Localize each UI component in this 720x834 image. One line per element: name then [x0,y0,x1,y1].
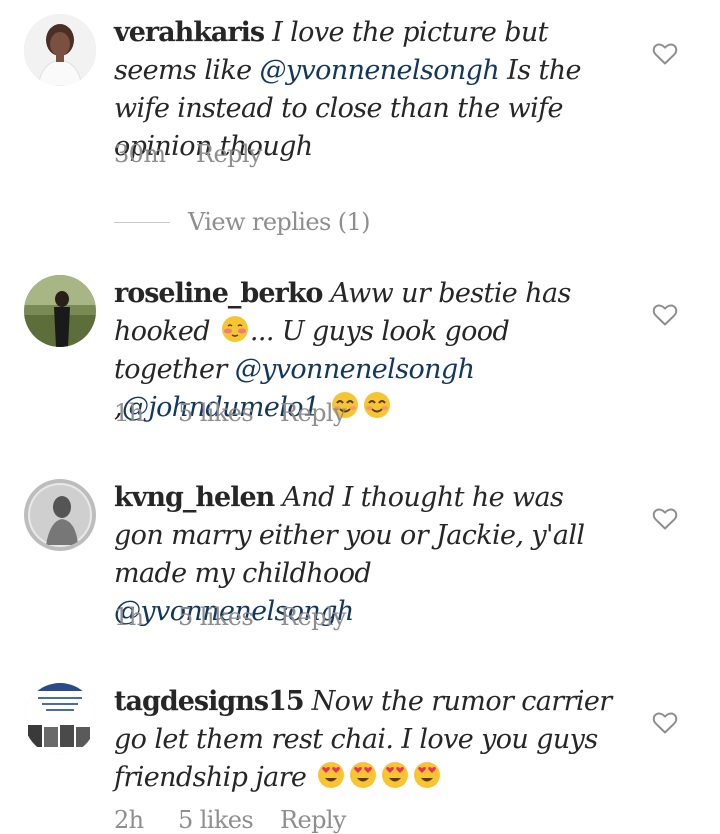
likes-count[interactable]: 5 likes [178,399,280,427]
avatar[interactable] [24,275,96,347]
avatar[interactable] [24,14,96,86]
divider-line [114,221,170,223]
heart-outline-icon[interactable] [652,711,678,735]
comment-time: 30m [114,140,166,168]
heart-eyes-emoji-icon [382,762,409,788]
avatar[interactable] [24,683,96,755]
heart-outline-icon[interactable] [652,303,678,327]
reply-button[interactable]: Reply [280,806,346,834]
heart-outline-icon[interactable] [652,507,678,531]
heart-outline-icon[interactable] [652,42,678,66]
likes-count[interactable]: 5 likes [178,603,280,631]
avatar-image [24,275,96,347]
heart-eyes-emoji-icon [318,762,345,788]
comment-time: 1h [114,603,144,631]
mention-link[interactable]: @yvonnenelsongh [235,354,475,385]
reply-button[interactable]: Reply [280,603,346,631]
reply-button[interactable]: Reply [196,140,262,168]
mention-link[interactable]: @yvonnenelsongh [259,55,499,86]
comment-username[interactable]: tagdesigns15 [114,686,305,717]
comment-meta: 1h 5 likes Reply [114,399,346,427]
comment-text: tagdesigns15 Now the rumor carrier go le… [114,683,614,797]
heart-eyes-emoji-icon [414,762,441,788]
comment-meta: 1h 5 likes Reply [114,603,346,631]
avatar[interactable] [24,479,96,551]
smiling-eyes-emoji-icon [363,392,390,418]
comment-time: 2h [114,806,144,834]
comment-time: 1h [114,399,144,427]
reply-button[interactable]: Reply [280,399,346,427]
view-replies-label: View replies (1) [188,208,371,236]
flushed-face-emoji-icon [221,316,248,342]
comment-username[interactable]: roseline_berko [114,278,323,309]
comment-meta: 2h 5 likes Reply [114,806,346,834]
likes-count[interactable]: 5 likes [178,806,280,834]
avatar-image [24,14,96,86]
avatar-image [24,479,96,551]
heart-eyes-emoji-icon [350,762,377,788]
view-replies-button[interactable]: View replies (1) [114,205,371,239]
comment-username[interactable]: verahkaris [114,17,265,48]
comment-username[interactable]: kvng_helen [114,482,275,513]
avatar-image [24,683,96,755]
comment-meta: 30m Reply [114,140,262,168]
